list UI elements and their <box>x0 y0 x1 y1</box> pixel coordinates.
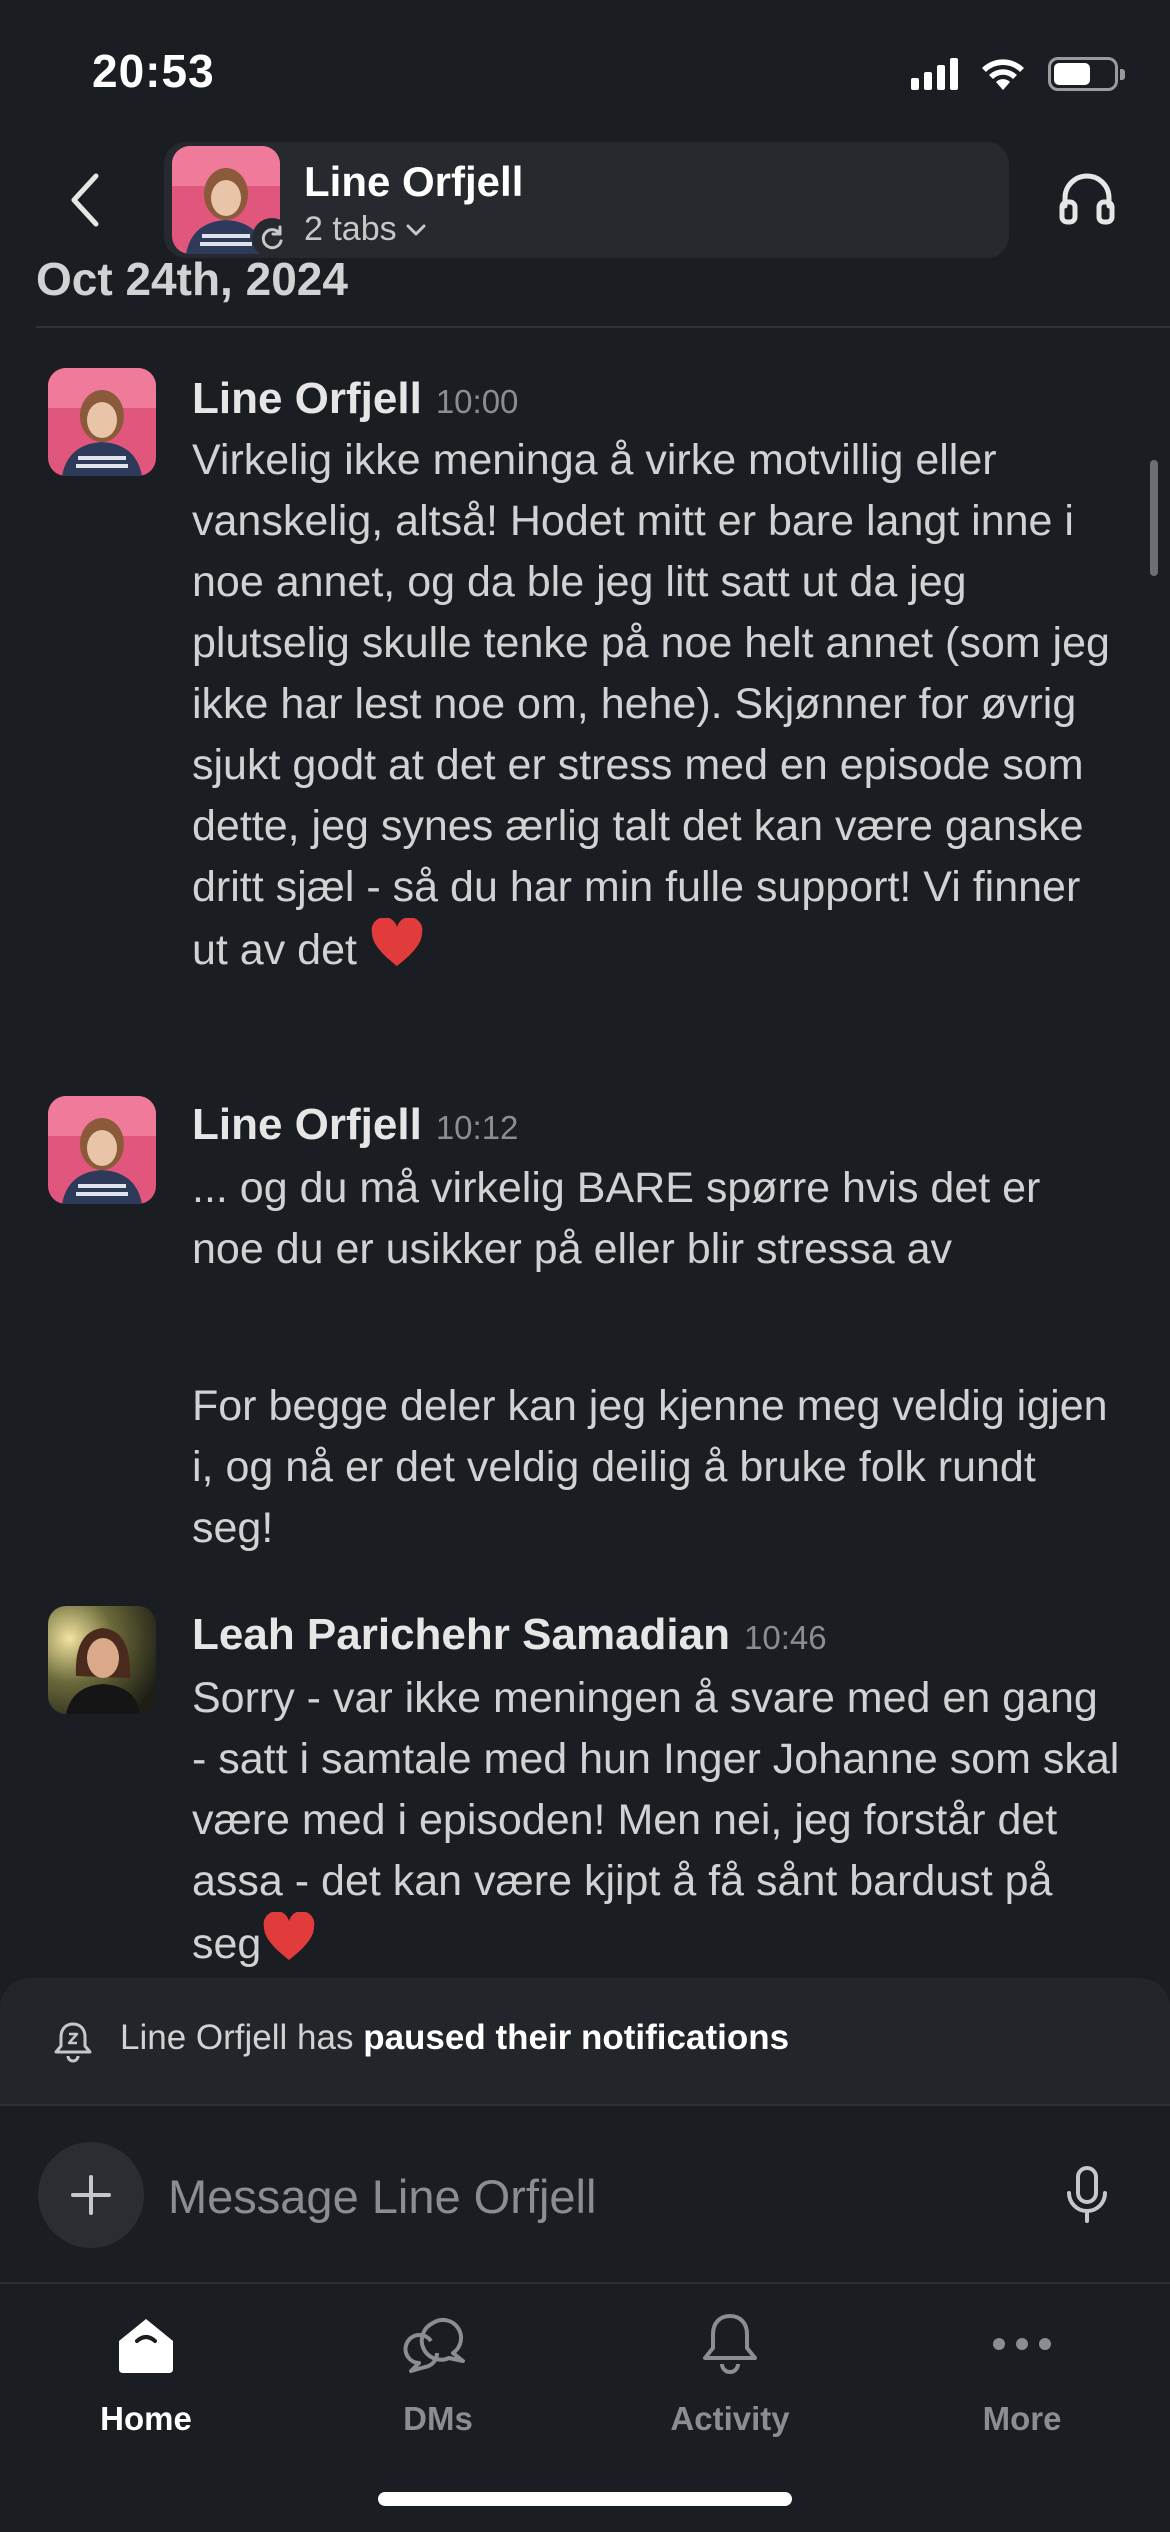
dms-icon <box>400 2306 476 2382</box>
tabs-count-label: 2 tabs <box>304 210 397 248</box>
message-text-block: Sorry - var ikke meningen å svare med en… <box>192 1668 1122 1975</box>
message-timestamp: 10:00 <box>435 383 519 420</box>
back-button[interactable] <box>56 170 116 230</box>
cellular-signal-icon <box>911 58 958 90</box>
wifi-icon <box>982 59 1024 90</box>
heart-emoji-icon <box>263 1912 315 1960</box>
add-attachment-button[interactable] <box>38 2142 144 2248</box>
microphone-icon <box>1067 2166 1107 2223</box>
message-text: Virkelig ikke meninga å virke motvillig … <box>192 436 1110 974</box>
message-author[interactable]: Line Orfjell <box>192 1100 422 1150</box>
message-header: Line Orfjell 10:00 <box>192 374 518 424</box>
tab-dms[interactable]: DMs <box>318 2306 558 2456</box>
bell-snooze-icon <box>54 2022 92 2063</box>
message-input[interactable] <box>168 2156 1018 2236</box>
message-text: Sorry - var ikke meningen å svare med en… <box>192 1674 1120 1968</box>
bell-icon <box>692 2306 768 2382</box>
headphones-icon <box>1059 173 1115 225</box>
message-text-block: Virkelig ikke meninga å virke motvillig … <box>192 430 1122 981</box>
more-icon <box>984 2306 1060 2382</box>
tab-label: Activity <box>670 2400 790 2437</box>
huddle-button[interactable] <box>1052 162 1122 232</box>
date-label: Oct 24th, 2024 <box>36 258 348 305</box>
message-text: For begge deler kan jeg kjenne meg veldi… <box>192 1382 1108 1552</box>
message-author[interactable]: Leah Parichehr Samadian <box>192 1610 730 1660</box>
paused-notifications-text: Line Orfjell has paused their notificati… <box>120 2018 790 2057</box>
plus-icon <box>71 2175 111 2215</box>
chevron-left-icon <box>71 173 99 227</box>
voice-message-button[interactable] <box>1052 2158 1122 2232</box>
message-header: Line Orfjell 10:12 <box>192 1100 518 1150</box>
message-composer <box>0 2104 1170 2282</box>
message-timestamp: 10:12 <box>435 1109 519 1146</box>
tab-more[interactable]: More <box>902 2306 1142 2456</box>
paused-notifications-bold: paused their notifications <box>363 2018 790 2057</box>
status-icons <box>911 56 1125 92</box>
paused-notifications-banner: Line Orfjell has paused their notificati… <box>0 1978 1170 2104</box>
message-timestamp: 10:46 <box>744 1619 827 1656</box>
scrollbar[interactable] <box>1150 460 1158 576</box>
message-text: ... og du må virkelig BARE spørre hvis d… <box>192 1164 1041 1273</box>
tab-label: Home <box>100 2400 192 2437</box>
conversation-title-button[interactable]: Line Orfjell 2 tabs <box>164 142 1009 258</box>
tab-label: More <box>982 2400 1062 2437</box>
chevron-down-icon <box>406 224 426 235</box>
home-indicator[interactable] <box>378 2492 792 2506</box>
tab-label: DMs <box>403 2400 473 2437</box>
message-header: Leah Parichehr Samadian 10:46 <box>192 1610 827 1660</box>
avatar[interactable] <box>48 1606 156 1714</box>
message-author[interactable]: Line Orfjell <box>192 374 422 424</box>
avatar[interactable] <box>48 1096 156 1204</box>
date-divider: Oct 24th, 2024 <box>36 258 1170 328</box>
home-icon <box>108 2306 184 2382</box>
heart-emoji-icon <box>371 918 423 966</box>
avatar[interactable] <box>48 368 156 476</box>
conversation-header: Line Orfjell 2 tabs <box>0 140 1170 260</box>
conversation-name: Line Orfjell <box>304 158 524 205</box>
sync-icon <box>252 218 292 258</box>
tab-activity[interactable]: Activity <box>610 2306 850 2456</box>
battery-icon <box>1048 57 1125 91</box>
slack-dm-screen: 20:53 Line Orfjell 2 tabs Oct 24th, 2024… <box>0 0 1170 2532</box>
tabs-selector[interactable]: 2 tabs <box>304 210 427 249</box>
status-bar: 20:53 <box>0 0 1170 140</box>
tab-home[interactable]: Home <box>26 2306 266 2456</box>
status-time: 20:53 <box>92 45 215 97</box>
